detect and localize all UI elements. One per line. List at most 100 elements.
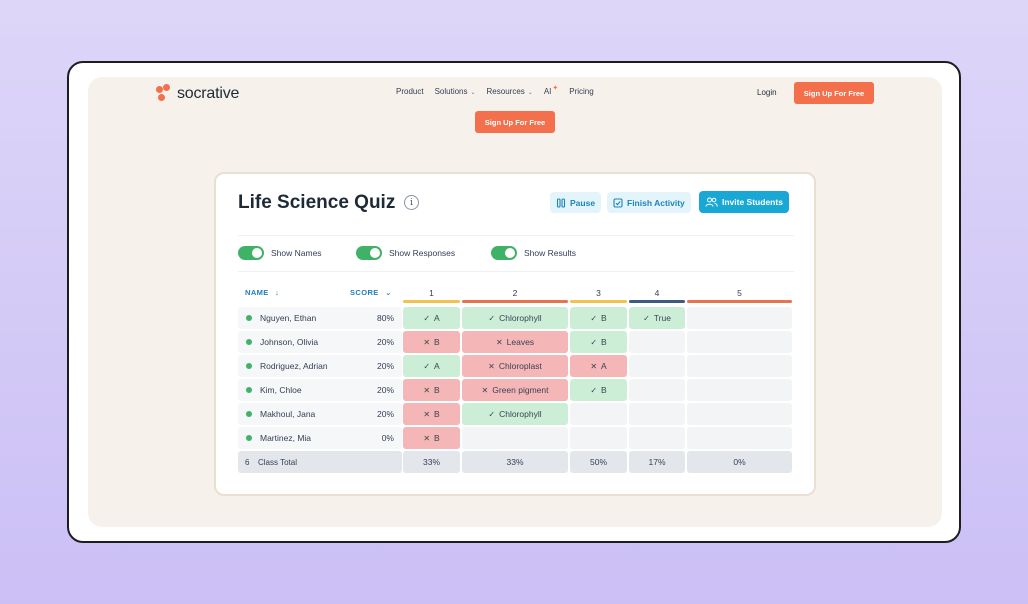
student-score: 80% — [376, 313, 394, 323]
question-color-bar — [629, 300, 685, 303]
response-cell — [629, 379, 685, 401]
online-status-dot — [246, 363, 252, 369]
response-cell — [687, 331, 792, 353]
check-icon: ✓ — [590, 385, 598, 395]
response-cell[interactable]: ✓ Chlorophyll — [462, 307, 568, 329]
response-cell — [570, 427, 627, 449]
response-cell — [687, 379, 792, 401]
response-cell[interactable]: ✓ Chlorophyll — [462, 403, 568, 425]
check-icon: ✓ — [423, 313, 431, 323]
toggle-switch[interactable] — [491, 246, 517, 260]
response-cell[interactable]: ✓ B — [570, 331, 627, 353]
x-icon: ✕ — [488, 361, 495, 371]
check-icon: ✓ — [590, 337, 598, 347]
response-cell[interactable]: ✓ True — [629, 307, 685, 329]
toggle-show-responses[interactable]: Show Responses — [356, 246, 455, 260]
class-total-count: 6 — [245, 458, 250, 467]
signup-button-header[interactable]: Sign Up For Free — [794, 82, 874, 104]
response-text: B — [601, 385, 607, 395]
question-header-1[interactable]: 1 — [403, 288, 460, 298]
check-icon: ✓ — [423, 361, 431, 371]
response-cell[interactable]: ✕ B — [403, 427, 460, 449]
toggle-label: Show Names — [271, 248, 322, 258]
pause-button[interactable]: Pause — [550, 192, 602, 213]
question-color-bar — [462, 300, 568, 303]
student-score: 20% — [376, 409, 394, 419]
response-cell — [687, 403, 792, 425]
response-cell[interactable]: ✕ B — [403, 331, 460, 353]
toggle-show-results[interactable]: Show Results — [491, 246, 576, 260]
response-cell — [629, 355, 685, 377]
response-text: True — [653, 313, 671, 323]
toggle-label: Show Responses — [389, 248, 456, 258]
student-name: Rodriguez, Adrian — [260, 361, 328, 371]
users-icon — [705, 197, 718, 207]
nav-item-resources[interactable]: Resources ⌄ — [487, 87, 533, 96]
toggle-switch[interactable] — [356, 246, 382, 260]
invite-students-button[interactable]: Invite Students — [699, 191, 789, 213]
chevron-down-icon: ⌄ — [527, 90, 533, 96]
online-status-dot — [246, 387, 252, 393]
nav-label: Pricing — [569, 87, 594, 96]
toggle-switch[interactable] — [238, 246, 264, 260]
response-cell[interactable]: ✕ Leaves — [462, 331, 568, 353]
browser-frame: socrative Product Solutions ⌄ Resources ⌄ … — [67, 61, 961, 543]
response-cell[interactable]: ✕ B — [403, 403, 460, 425]
question-header-3[interactable]: 3 — [570, 288, 627, 298]
response-cell[interactable]: ✕ Green pigment — [462, 379, 568, 401]
response-text: B — [601, 313, 607, 323]
check-icon: ✓ — [488, 313, 496, 323]
response-cell — [687, 427, 792, 449]
question-header-2[interactable]: 2 — [462, 288, 568, 298]
student-name: Makhoul, Jana — [260, 409, 316, 419]
response-cell[interactable]: ✕ A — [570, 355, 627, 377]
chevron-down-icon: ⌄ — [470, 90, 476, 96]
question-header-5[interactable]: 5 — [687, 288, 792, 298]
class-total-label: Class Total — [258, 458, 297, 467]
login-link[interactable]: Login — [757, 88, 777, 97]
online-status-dot — [246, 411, 252, 417]
response-cell[interactable]: ✓ A — [403, 307, 460, 329]
response-cell — [687, 307, 792, 329]
finish-activity-button[interactable]: Finish Activity — [607, 192, 691, 213]
signup-button-hero[interactable]: Sign Up For Free — [475, 111, 555, 133]
toggle-label: Show Results — [524, 248, 576, 258]
response-text: B — [434, 433, 440, 443]
student-score: 20% — [376, 361, 394, 371]
x-icon: ✕ — [423, 433, 431, 443]
online-status-dot — [246, 339, 252, 345]
response-text: B — [434, 409, 440, 419]
response-text: Chlorophyll — [499, 409, 542, 419]
name-header-label: NAME — [245, 288, 269, 297]
nav-label: AI — [543, 87, 552, 96]
question-color-bar — [687, 300, 792, 303]
toggle-show-names[interactable]: Show Names — [238, 246, 322, 260]
score-header-label: SCORE — [350, 288, 379, 297]
x-icon: ✕ — [495, 337, 503, 347]
name-column-header[interactable]: NAME ↓ — [245, 288, 279, 297]
nav-item-ai[interactable]: AI✦ — [543, 85, 558, 96]
nav-item-solutions[interactable]: Solutions ⌄ — [435, 87, 476, 96]
response-cell[interactable]: ✕ B — [403, 379, 460, 401]
response-cell — [687, 355, 792, 377]
response-text: Chloroplast — [498, 361, 542, 371]
nav-label: Product — [396, 87, 424, 96]
nav-item-pricing[interactable]: Pricing — [569, 87, 593, 96]
x-icon: ✕ — [423, 337, 431, 347]
response-text: A — [601, 361, 607, 371]
class-total-cell: 50% — [570, 451, 627, 473]
socrative-logo[interactable]: socrative — [156, 84, 239, 104]
nav-item-product[interactable]: Product — [396, 87, 424, 96]
response-cell[interactable]: ✕ Chloroplast — [462, 355, 568, 377]
class-total-cell: 33% — [403, 451, 460, 473]
score-column-header[interactable]: SCORE ⌄ — [350, 288, 392, 297]
nav-label: Solutions — [434, 87, 468, 96]
pause-label: Pause — [570, 197, 596, 208]
student-name: Martinez, Mia — [260, 433, 312, 443]
response-cell[interactable]: ✓ A — [403, 355, 460, 377]
response-cell[interactable]: ✓ B — [570, 307, 627, 329]
response-cell[interactable]: ✓ B — [570, 379, 627, 401]
question-header-4[interactable]: 4 — [629, 288, 685, 298]
info-icon[interactable]: i — [404, 195, 419, 210]
response-cell — [570, 403, 627, 425]
